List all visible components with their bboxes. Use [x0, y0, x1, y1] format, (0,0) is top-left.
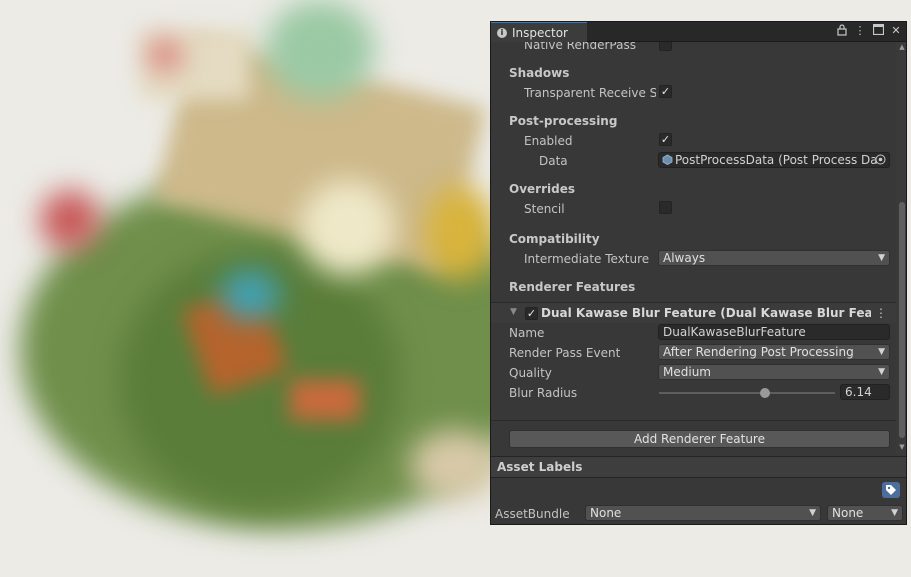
quality-dropdown[interactable]: Medium ▼ — [658, 364, 890, 380]
enabled-checkbox[interactable]: ✓ — [659, 133, 672, 146]
quality-value: Medium — [663, 365, 711, 379]
intermediate-texture-label: Intermediate Texture — [524, 252, 650, 266]
chevron-down-icon: ▼ — [878, 367, 885, 377]
asset-icon — [662, 154, 673, 167]
assetbundle-value: None — [590, 506, 622, 520]
feature-title: Dual Kawase Blur Feature (Dual Kawase Bl… — [541, 306, 871, 320]
chevron-down-icon: ▼ — [878, 347, 885, 357]
foldout-arrow-icon[interactable]: ▼ — [510, 307, 517, 317]
blur-radius-slider-thumb[interactable] — [759, 388, 770, 398]
assetbundle-dropdown[interactable]: None ▼ — [585, 505, 821, 521]
scrollbar[interactable]: ▲ ▼ — [896, 42, 906, 455]
blur-radius-slider-track[interactable] — [659, 392, 835, 394]
chevron-down-icon: ▼ — [878, 253, 885, 263]
enabled-label: Enabled — [524, 134, 573, 148]
native-renderpass-label: Native RenderPass — [524, 42, 636, 52]
render-pass-event-dropdown[interactable]: After Rendering Post Processing ▼ — [658, 344, 890, 360]
close-icon[interactable]: ✕ — [890, 24, 902, 38]
stencil-label: Stencil — [524, 202, 565, 216]
feature-name-label: Name — [509, 326, 545, 340]
lock-icon[interactable] — [836, 24, 848, 38]
overrides-header: Overrides — [509, 182, 575, 196]
label-tag-icon[interactable] — [882, 482, 900, 498]
stencil-checkbox[interactable] — [659, 201, 672, 214]
data-value: PostProcessData (Post Process Da — [675, 153, 878, 167]
scroll-up-icon[interactable]: ▲ — [898, 43, 906, 51]
assetbundle-label: AssetBundle — [495, 507, 570, 521]
asset-labels-title: Asset Labels — [497, 460, 583, 474]
transparent-receive-shadows-checkbox[interactable]: ✓ — [659, 85, 672, 98]
scroll-down-icon[interactable]: ▼ — [898, 443, 906, 451]
feature-menu-icon[interactable]: ⋮ — [875, 306, 887, 320]
asset-labels-header[interactable]: Asset Labels — [491, 456, 906, 478]
native-renderpass-checkbox[interactable] — [659, 42, 672, 51]
info-icon: i — [497, 27, 507, 38]
object-picker-icon[interactable] — [875, 153, 887, 167]
render-pass-event-value: After Rendering Post Processing — [663, 345, 854, 359]
quality-label: Quality — [509, 366, 552, 380]
chevron-down-icon: ▼ — [891, 508, 898, 518]
tab-inspector[interactable]: i Inspector — [491, 22, 587, 42]
kebab-menu-icon[interactable]: ⋮ — [854, 24, 866, 38]
blur-radius-label: Blur Radius — [509, 386, 578, 400]
post-processing-header: Post-processing — [509, 114, 618, 128]
assetbundle-variant-value: None — [832, 506, 864, 520]
tab-title: Inspector — [512, 25, 568, 40]
feature-name-input[interactable]: DualKawaseBlurFeature — [658, 324, 890, 340]
blur-radius-input[interactable]: 6.14 — [840, 384, 890, 400]
renderer-features-header: Renderer Features — [509, 280, 636, 294]
transparent-receive-shadows-label: Transparent Receive Sh — [524, 86, 656, 100]
asset-labels-body: AssetBundle None ▼ None ▼ — [491, 478, 906, 524]
maximize-icon[interactable] — [872, 23, 884, 38]
inspector-window: i Inspector ⋮ ✕ Native RenderPass Shadow… — [490, 21, 907, 525]
feature-enabled-checkbox[interactable]: ✓ — [525, 307, 538, 320]
inspector-content: Native RenderPass Shadows Transparent Re… — [491, 42, 896, 455]
assetbundle-variant-dropdown[interactable]: None ▼ — [827, 505, 903, 521]
data-label: Data — [539, 154, 568, 168]
intermediate-texture-value: Always — [663, 251, 706, 265]
inspector-titlebar: i Inspector ⋮ ✕ — [491, 22, 906, 42]
compatibility-header: Compatibility — [509, 232, 600, 246]
shadows-header: Shadows — [509, 66, 570, 80]
scrollbar-thumb[interactable] — [899, 202, 905, 438]
divider — [491, 420, 896, 421]
data-object-field[interactable]: PostProcessData (Post Process Da — [658, 152, 890, 168]
add-renderer-feature-button[interactable]: Add Renderer Feature — [509, 430, 890, 448]
feature-header[interactable]: ▼ ✓ Dual Kawase Blur Feature (Dual Kawas… — [491, 303, 896, 323]
intermediate-texture-dropdown[interactable]: Always ▼ — [658, 250, 890, 266]
chevron-down-icon: ▼ — [809, 508, 816, 518]
render-pass-event-label: Render Pass Event — [509, 346, 621, 360]
